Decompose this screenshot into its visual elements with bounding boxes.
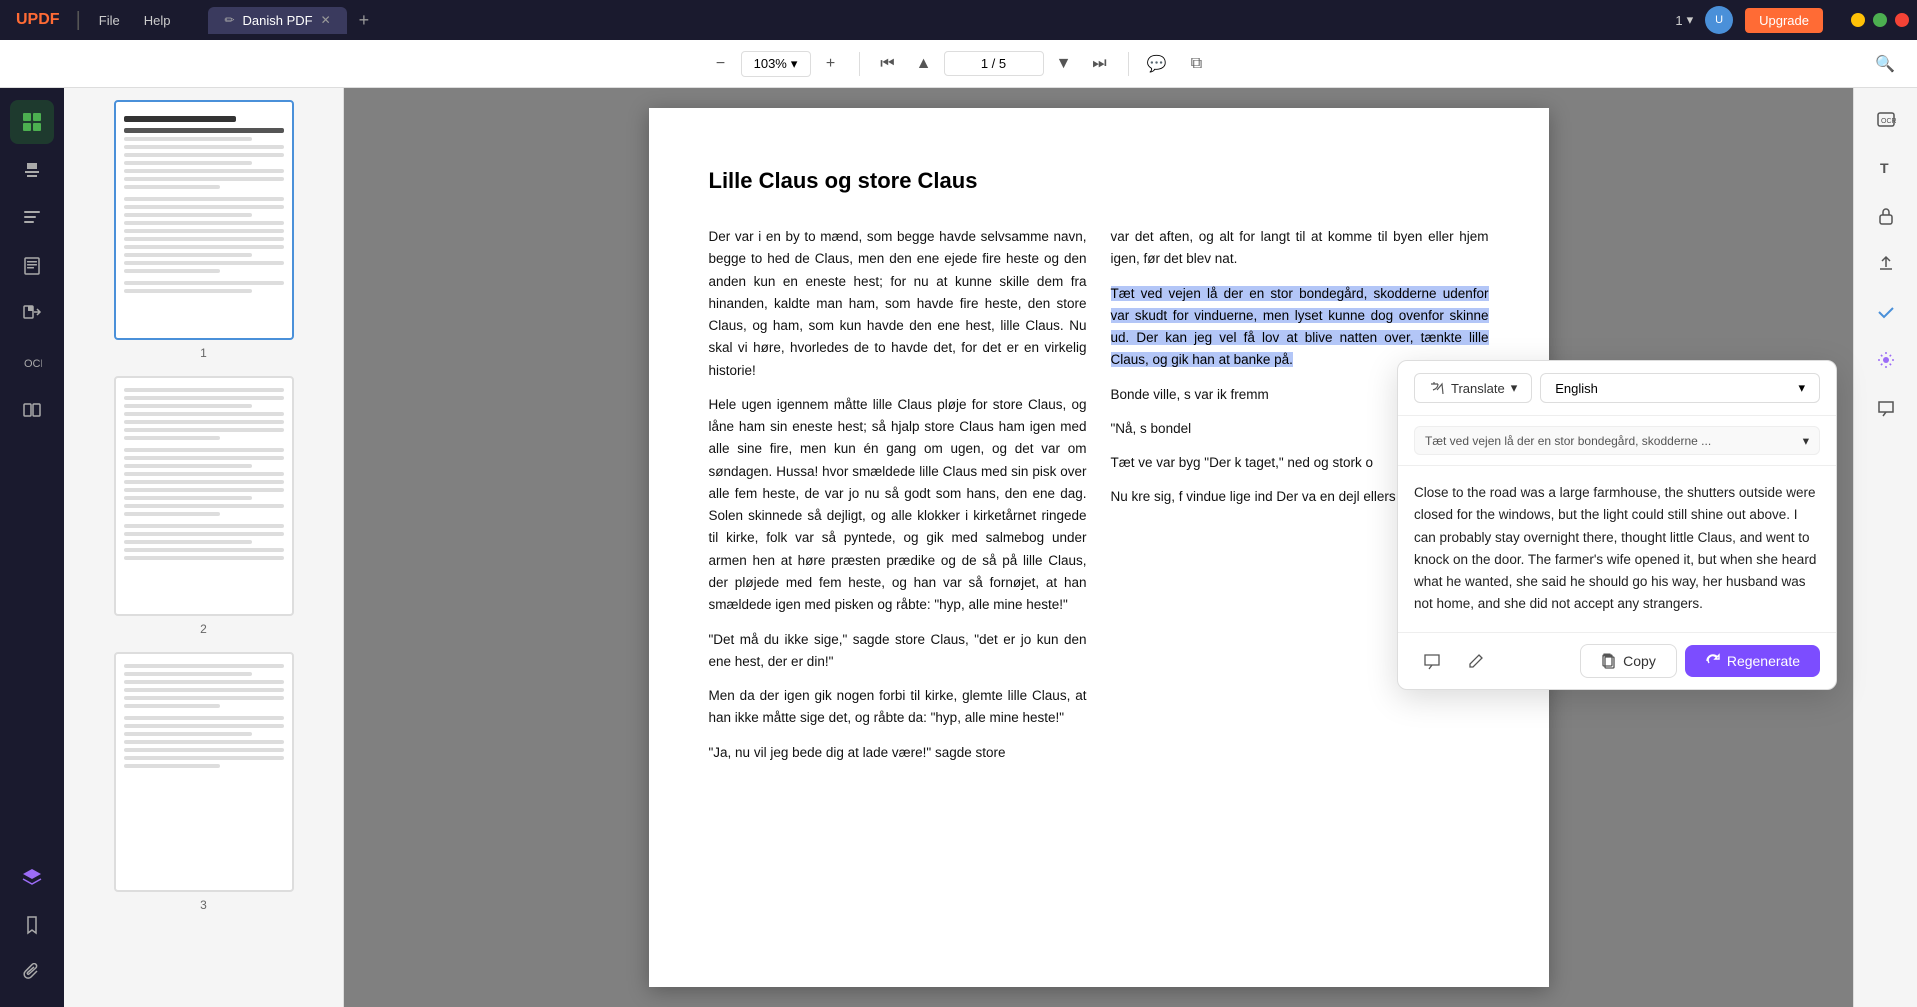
app-logo: UPDF xyxy=(8,11,68,29)
menu-file[interactable]: File xyxy=(89,9,130,32)
close-button[interactable] xyxy=(1895,13,1909,27)
prev-page-button[interactable]: ▲ xyxy=(908,48,940,80)
thumbnail-num-2: 2 xyxy=(200,622,207,636)
upgrade-button[interactable]: Upgrade xyxy=(1745,8,1823,33)
sidebar-icon-export[interactable] xyxy=(10,292,54,336)
svg-text:OCR: OCR xyxy=(1881,118,1896,125)
right-icon-ai[interactable] xyxy=(1866,340,1906,380)
page-input[interactable] xyxy=(944,51,1044,76)
maximize-button[interactable] xyxy=(1873,13,1887,27)
titlebar: UPDF | File Help ✏ Danish PDF ✕ + 1 ▾ U … xyxy=(0,0,1917,40)
translation-result: Close to the road was a large farmhouse,… xyxy=(1398,466,1836,633)
translation-footer: Copy Regenerate xyxy=(1398,633,1836,689)
menu-help[interactable]: Help xyxy=(134,9,181,32)
toolbar-right: 🔍 xyxy=(1869,48,1901,80)
source-text-display: Tæt ved vejen lå der en stor bondegård, … xyxy=(1414,426,1820,455)
minimize-button[interactable] xyxy=(1851,13,1865,27)
translation-header: Translate ▾ English ▾ xyxy=(1398,361,1836,416)
pdf-col2-highlighted: Tæt ved vejen lå der en stor bondegård, … xyxy=(1111,283,1489,372)
translation-popup: Translate ▾ English ▾ Tæt ved vejen lå d… xyxy=(1397,360,1837,690)
language-select[interactable]: English ▾ xyxy=(1540,373,1820,403)
last-page-button[interactable]: ⏭ xyxy=(1084,48,1116,80)
pdf-para-5: "Ja, nu vil jeg bede dig at lade være!" … xyxy=(709,742,1087,764)
next-page-button[interactable]: ▼ xyxy=(1048,48,1080,80)
regenerate-button[interactable]: Regenerate xyxy=(1685,645,1820,677)
first-page-button[interactable]: ⏮ xyxy=(872,48,904,80)
thumbnail-num-1: 1 xyxy=(200,346,207,360)
comment-button[interactable]: 💬 xyxy=(1141,48,1173,80)
sidebar-icon-stamp[interactable] xyxy=(10,148,54,192)
thumbnail-img-1 xyxy=(114,100,294,340)
titlebar-right: 1 ▾ U Upgrade xyxy=(1675,6,1909,34)
pdf-para-4: Men da der igen gik nogen forbi til kirk… xyxy=(709,685,1087,730)
thumbnail-img-3 xyxy=(114,652,294,892)
search-button[interactable]: 🔍 xyxy=(1869,48,1901,80)
sidebar-icon-compare[interactable] xyxy=(10,388,54,432)
avatar: U xyxy=(1705,6,1733,34)
sidebar-icon-bookmark[interactable] xyxy=(10,903,54,947)
pdf-col2-p1: var det aften, og alt for langt til at k… xyxy=(1111,226,1489,271)
pdf-para-1: Der var i en by to mænd, som begge havde… xyxy=(709,226,1087,382)
right-icon-export[interactable] xyxy=(1866,244,1906,284)
translate-mode-button[interactable]: Translate ▾ xyxy=(1414,373,1532,403)
thumbnail-num-3: 3 xyxy=(200,898,207,912)
right-icon-comment[interactable] xyxy=(1866,388,1906,428)
toolbar: − 103% ▾ + ⏮ ▲ ▼ ⏭ 💬 ⧉ 🔍 xyxy=(0,40,1917,88)
left-sidebar: OCR xyxy=(0,88,64,1007)
add-tab-button[interactable]: + xyxy=(351,10,378,31)
zoom-out-button[interactable]: − xyxy=(705,48,737,80)
highlighted-text: Tæt ved vejen lå der en stor bondegård, … xyxy=(1111,286,1489,368)
pen-icon-button[interactable] xyxy=(1458,643,1494,679)
right-icon-ocr[interactable]: OCR xyxy=(1866,100,1906,140)
page-indicator: 1 ▾ xyxy=(1675,12,1693,28)
tab-close[interactable]: ✕ xyxy=(321,13,331,27)
right-icon-text[interactable]: T xyxy=(1866,148,1906,188)
toolbar-separator-2 xyxy=(1128,52,1129,76)
source-text-value: Tæt ved vejen lå der en stor bondegård, … xyxy=(1425,434,1711,448)
thumb-title xyxy=(124,116,236,122)
sidebar-icon-thumbnails[interactable] xyxy=(10,100,54,144)
pdf-para-3: "Det må du ikke sige," sagde store Claus… xyxy=(709,629,1087,674)
comment-icon-button[interactable] xyxy=(1414,643,1450,679)
thumbnail-1[interactable]: 1 xyxy=(76,100,331,360)
pdf-columns: Der var i en by to mænd, som begge havde… xyxy=(709,226,1489,776)
pdf-column-left: Der var i en by to mænd, som begge havde… xyxy=(709,226,1087,776)
window-controls xyxy=(1851,13,1909,27)
zoom-controls: − 103% ▾ + xyxy=(705,48,847,80)
sidebar-icon-pages[interactable] xyxy=(10,244,54,288)
thumbnail-2[interactable]: 2 xyxy=(76,376,331,636)
source-text-box: Tæt ved vejen lå der en stor bondegård, … xyxy=(1398,416,1836,466)
split-view-button[interactable]: ⧉ xyxy=(1181,48,1213,80)
sidebar-icon-ocr[interactable]: OCR xyxy=(10,340,54,384)
right-icon-check[interactable] xyxy=(1866,292,1906,332)
page-navigation: ⏮ ▲ ▼ ⏭ xyxy=(872,48,1116,80)
sidebar-icon-attachment[interactable] xyxy=(10,951,54,995)
thumbnail-3[interactable]: 3 xyxy=(76,652,331,912)
titlebar-divider: | xyxy=(76,9,81,32)
svg-text:T: T xyxy=(1880,160,1889,176)
sidebar-icon-layers[interactable] xyxy=(10,855,54,899)
pdf-title: Lille Claus og store Claus xyxy=(709,168,1489,194)
tab-bar: ✏ Danish PDF ✕ + xyxy=(208,7,377,34)
toolbar-separator xyxy=(859,52,860,76)
svg-text:OCR: OCR xyxy=(24,358,42,370)
zoom-display[interactable]: 103% ▾ xyxy=(741,51,811,77)
copy-button[interactable]: Copy xyxy=(1580,644,1677,678)
sidebar-icon-comment[interactable] xyxy=(10,196,54,240)
zoom-in-button[interactable]: + xyxy=(815,48,847,80)
thumbnail-img-2 xyxy=(114,376,294,616)
thumbnail-panel: 1 xyxy=(64,88,344,1007)
right-icon-lock[interactable] xyxy=(1866,196,1906,236)
tab-danish-pdf[interactable]: ✏ Danish PDF ✕ xyxy=(208,7,346,34)
titlebar-menu: File Help xyxy=(89,9,181,32)
pdf-para-2: Hele ugen igennem måtte lille Claus pløj… xyxy=(709,394,1087,617)
right-sidebar: OCR T xyxy=(1853,88,1917,1007)
